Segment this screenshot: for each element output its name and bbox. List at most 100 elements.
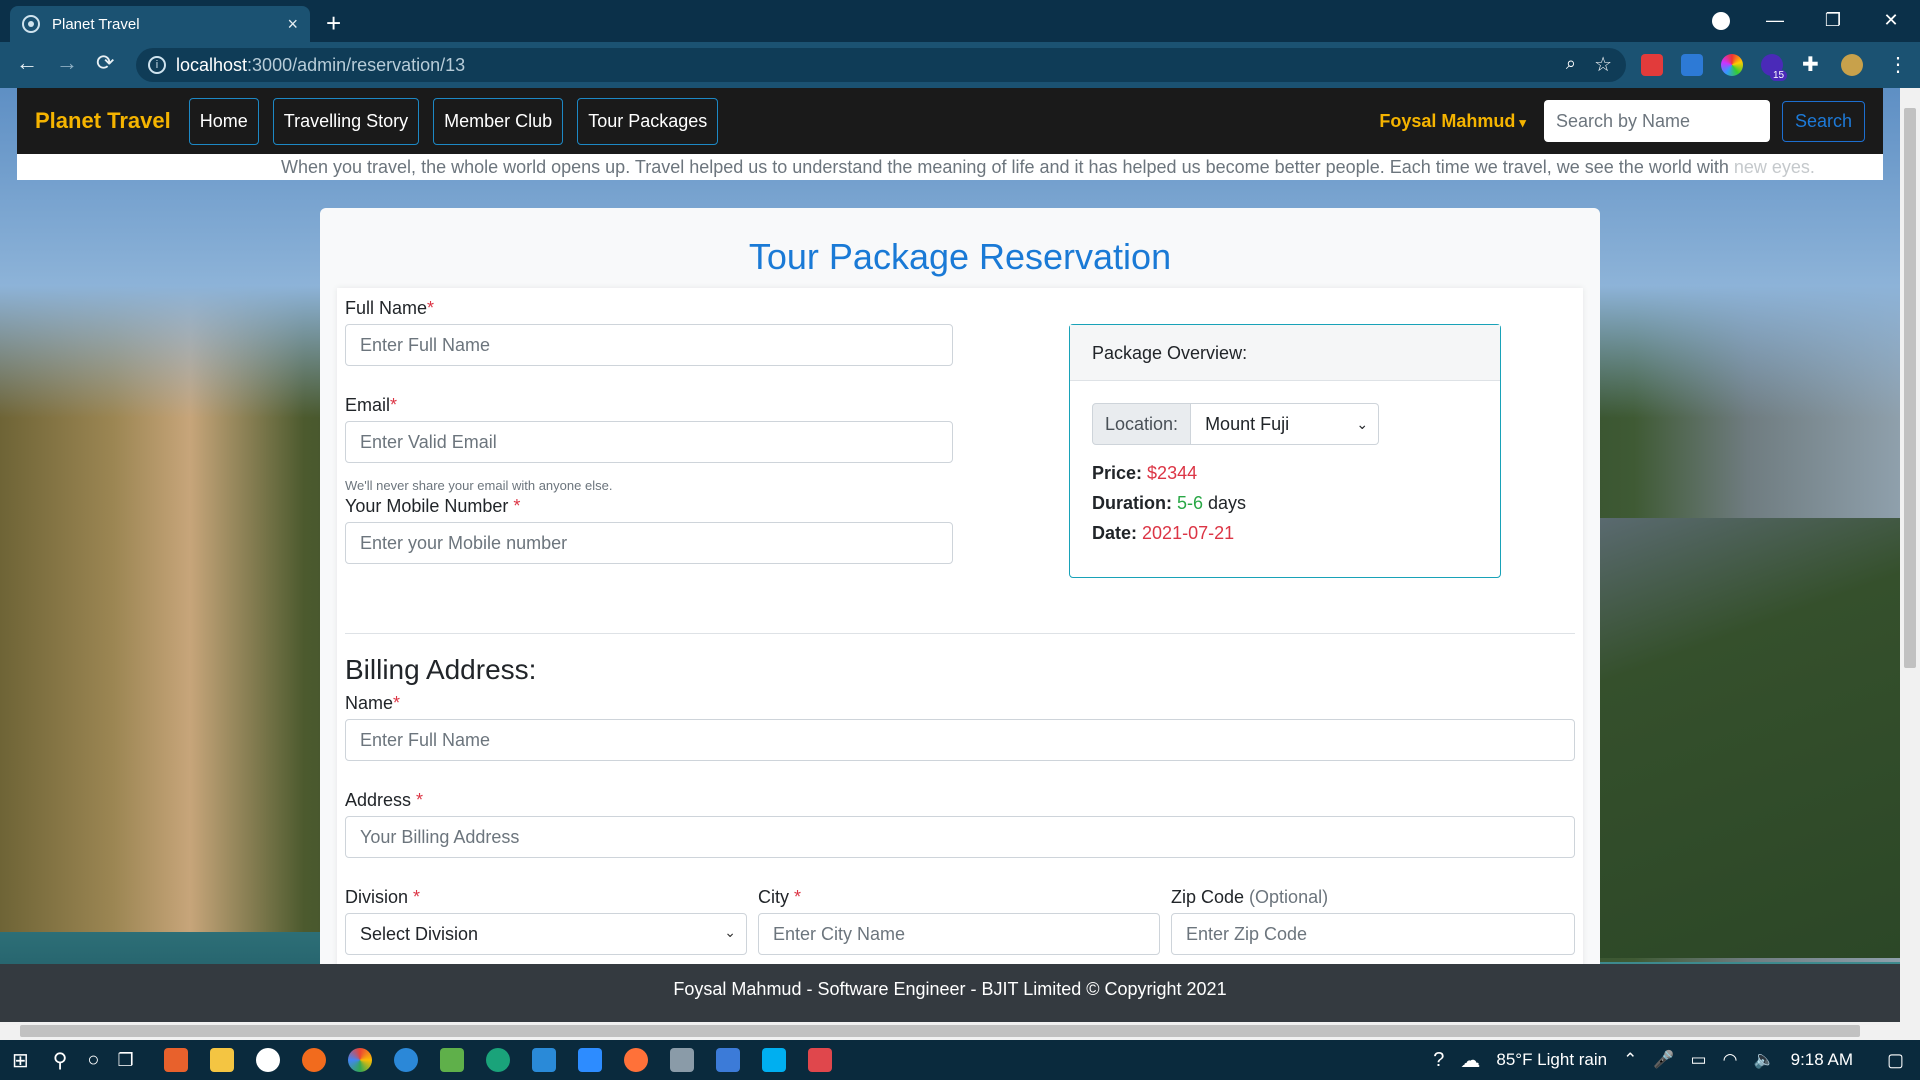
task-view-icon[interactable]: ❐ <box>118 1050 134 1071</box>
zip-label: Zip Code (Optional) <box>1171 887 1328 908</box>
zip-optional-text: (Optional) <box>1249 887 1329 907</box>
city-input[interactable]: Enter City Name <box>758 913 1160 955</box>
extensions-puzzle-icon[interactable]: ✚ <box>1802 52 1819 77</box>
site-info-icon[interactable]: i <box>148 56 166 74</box>
full-name-label-text: Full Name <box>345 298 428 318</box>
vertical-scroll-thumb[interactable] <box>1904 108 1916 668</box>
clock[interactable]: 9:18 AM <box>1791 1050 1853 1070</box>
extension-icon-2[interactable] <box>1681 54 1703 76</box>
calculator-icon[interactable] <box>669 1048 694 1072</box>
nav-member-club-button[interactable]: Member Club <box>433 97 564 145</box>
duration-value: 5-6 <box>1177 493 1204 513</box>
date-value: 2021-07-21 <box>1142 523 1235 543</box>
location-select[interactable]: Mount Fuji ⌄ <box>1191 403 1380 445</box>
forward-button[interactable]: → <box>56 50 78 76</box>
email-help-text: We'll never share your email with anyone… <box>345 478 613 493</box>
travel-quote-marquee: When you travel, the whole world opens u… <box>17 154 1883 180</box>
minimize-button[interactable]: — <box>1746 0 1804 42</box>
cortana-icon[interactable]: ○ <box>87 1049 99 1072</box>
notepad-icon[interactable] <box>439 1048 464 1072</box>
firefox-icon[interactable] <box>623 1048 648 1072</box>
horizontal-scroll-thumb[interactable] <box>20 1025 1860 1037</box>
address-input[interactable]: Your Billing Address <box>345 816 1575 858</box>
email-label-text: Email <box>345 395 391 415</box>
user-dropdown[interactable]: Foysal Mahmud <box>1379 111 1526 132</box>
section-divider <box>345 633 1575 634</box>
city-label-text: City <box>758 887 794 907</box>
search-icon[interactable]: ⚲ <box>53 1048 68 1073</box>
brand-logo[interactable]: Planet Travel <box>35 108 171 134</box>
division-label-text: Division <box>345 887 414 907</box>
search-button[interactable]: Search <box>1781 100 1865 142</box>
date-label: Date: <box>1092 523 1138 543</box>
browser-tab[interactable]: Planet Travel × <box>10 6 310 42</box>
address-bar[interactable]: i localhost :3000/admin/reservation/13 ⌕… <box>136 48 1626 82</box>
back-button[interactable]: ← <box>16 50 38 76</box>
browser-toolbar: ← → ⟳ i localhost :3000/admin/reservatio… <box>0 42 1920 88</box>
mobile-input[interactable]: Enter your Mobile number <box>345 522 953 564</box>
price-label: Price: <box>1092 463 1143 483</box>
zoom-icon[interactable]: ⌕ <box>1566 53 1576 74</box>
chrome-icon[interactable] <box>347 1048 372 1072</box>
marquee-fade-text: new eyes. <box>1733 157 1815 177</box>
site-footer: Foysal Mahmud - Software Engineer - BJIT… <box>0 964 1900 1022</box>
city-label: City * <box>758 887 801 908</box>
file-explorer-icon[interactable] <box>209 1048 234 1072</box>
billing-title: Billing Address: <box>345 654 537 685</box>
reload-button[interactable]: ⟳ <box>96 50 114 76</box>
billing-name-input[interactable]: Enter Full Name <box>345 719 1575 761</box>
microphone-icon[interactable]: 🎤 <box>1653 1050 1674 1070</box>
volume-icon[interactable]: 🔈 <box>1753 1050 1774 1070</box>
battery-icon[interactable]: ▭ <box>1691 1050 1707 1070</box>
package-overview-card: Package Overview: Location: Mount Fuji ⌄ … <box>1069 324 1501 578</box>
weather-text[interactable]: 85°F Light rain <box>1496 1050 1607 1070</box>
full-name-input[interactable]: Enter Full Name <box>345 324 953 366</box>
wifi-icon[interactable]: ◠ <box>1723 1050 1738 1070</box>
help-icon[interactable]: ? <box>1433 1049 1444 1072</box>
vscode-icon[interactable] <box>531 1048 556 1072</box>
color-picker-extension-icon[interactable] <box>1721 54 1743 76</box>
required-mark: * <box>416 790 424 810</box>
window-controls: — ❐ ✕ <box>1746 0 1920 42</box>
windows-start-icon[interactable]: ⊞ <box>12 1048 29 1073</box>
nav-tour-packages-button[interactable]: Tour Packages <box>577 97 719 145</box>
taskbar-app-icon-1[interactable] <box>163 1048 188 1072</box>
taskbar-app-icon-13[interactable] <box>715 1048 740 1072</box>
bookmark-star-icon[interactable]: ☆ <box>1594 52 1612 77</box>
required-mark: * <box>413 887 421 907</box>
nav-home-button[interactable]: Home <box>188 97 259 145</box>
zip-input[interactable]: Enter Zip Code <box>1171 913 1575 955</box>
zoom-app-icon[interactable] <box>577 1048 602 1072</box>
github-icon[interactable] <box>255 1048 280 1072</box>
profile-avatar[interactable] <box>1841 54 1863 76</box>
taskbar-app-icon-6[interactable] <box>393 1048 418 1072</box>
browser-tab-strip: Planet Travel × + — ❐ ✕ <box>0 0 1920 42</box>
tray-chevron-icon[interactable]: ⌃ <box>1623 1050 1637 1070</box>
vertical-scrollbar[interactable] <box>1900 88 1920 1040</box>
division-value: Select Division <box>360 923 479 944</box>
weather-cloud-icon: ☁ <box>1460 1049 1481 1072</box>
window-close-button[interactable]: ✕ <box>1862 0 1920 42</box>
extension-badge: 15 <box>1770 70 1788 81</box>
email-input[interactable]: Enter Valid Email <box>345 421 953 463</box>
chevron-down-icon: ⌄ <box>724 924 736 940</box>
required-mark: * <box>390 395 398 415</box>
nav-travelling-story-button[interactable]: Travelling Story <box>272 97 420 145</box>
taskbar-app-icon-15[interactable] <box>807 1048 832 1072</box>
new-tab-button[interactable]: + <box>326 8 341 39</box>
site-navbar: Planet Travel Home Travelling Story Memb… <box>17 88 1883 154</box>
horizontal-scrollbar[interactable] <box>0 1022 1900 1040</box>
profile-dropdown-icon[interactable] <box>1712 12 1730 30</box>
tab-close-icon[interactable]: × <box>287 14 298 35</box>
restore-button[interactable]: ❐ <box>1804 0 1862 42</box>
notifications-icon[interactable]: ▢ <box>1887 1050 1904 1071</box>
extension-icon-1[interactable] <box>1641 54 1663 76</box>
edge-icon[interactable] <box>485 1048 510 1072</box>
search-input[interactable]: Search by Name <box>1543 100 1770 142</box>
division-select[interactable]: Select Division ⌄ <box>345 913 747 955</box>
postman-icon[interactable] <box>301 1048 326 1072</box>
location-prefix: Location: <box>1092 403 1192 445</box>
windows-taskbar: ⊞ ⚲ ○ ❐ ? ☁ 85°F Light rain ⌃ 🎤 ▭ ◠ 🔈 9:… <box>0 1040 1920 1080</box>
skype-icon[interactable] <box>761 1048 786 1072</box>
browser-menu-icon[interactable]: ⋮ <box>1888 52 1908 77</box>
